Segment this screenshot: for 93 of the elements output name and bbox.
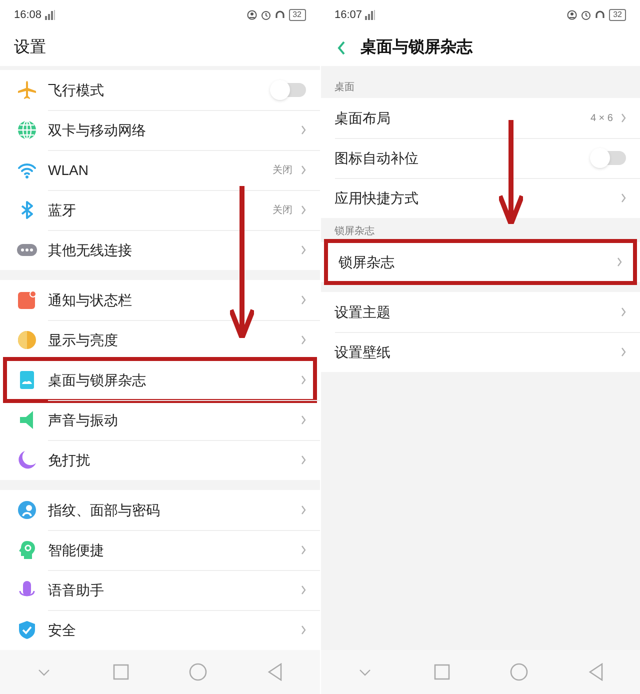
battery-level: 32 xyxy=(288,9,306,21)
battery-level: 32 xyxy=(609,9,626,21)
row-label: 安全 xyxy=(48,620,77,640)
row-label: 图标自动补位 xyxy=(334,148,420,168)
section-heading: 桌面 xyxy=(334,80,354,95)
row-value: 关闭 xyxy=(272,204,292,218)
settings-row[interactable]: 通知与状态栏 xyxy=(0,280,320,320)
settings-row[interactable]: 设置主题 xyxy=(320,292,640,332)
settings-row[interactable]: 指纹、面部与密码 xyxy=(0,490,320,530)
row-label: 指纹、面部与密码 xyxy=(48,500,161,520)
toggle-switch[interactable] xyxy=(272,83,306,97)
chevron-down-icon xyxy=(358,668,371,676)
row-label: 双卡与移动网络 xyxy=(48,120,147,140)
row-label: 其他无线连接 xyxy=(48,240,133,260)
square-icon xyxy=(434,664,450,680)
page-title: 桌面与锁屏杂志 xyxy=(360,37,472,58)
row-label: WLAN xyxy=(48,160,90,180)
row-label: 设置壁纸 xyxy=(334,342,392,362)
row-label: 显示与亮度 xyxy=(48,330,119,350)
chevron-icon xyxy=(300,205,306,215)
row-label: 锁屏杂志 xyxy=(338,252,396,272)
globe-icon xyxy=(17,120,37,140)
row-label: 语音助手 xyxy=(48,580,105,600)
status-time: 16:08 xyxy=(14,8,42,23)
circle-icon xyxy=(189,663,208,681)
settings-row[interactable]: 桌面与锁屏杂志 xyxy=(10,360,310,400)
chevron-icon xyxy=(300,125,306,135)
chevron-icon xyxy=(300,375,306,385)
row-label: 应用快捷方式 xyxy=(334,188,420,208)
settings-row[interactable]: 蓝牙 关闭 xyxy=(0,190,320,230)
row-label: 声音与振动 xyxy=(48,410,119,430)
row-label: 桌面与锁屏杂志 xyxy=(48,370,147,390)
chevron-icon xyxy=(300,335,306,345)
row-label: 蓝牙 xyxy=(48,200,77,220)
row-value: 关闭 xyxy=(272,164,292,178)
chevron-icon xyxy=(300,295,306,305)
row-label: 通知与状态栏 xyxy=(48,290,133,310)
row-label: 智能便捷 xyxy=(48,540,105,560)
triangle-icon xyxy=(588,663,604,681)
settings-row[interactable]: 设置壁纸 xyxy=(320,332,640,372)
row-label: 飞行模式 xyxy=(48,80,105,100)
triangle-icon xyxy=(267,663,284,681)
row-label: 设置主题 xyxy=(334,302,392,322)
wallpaper-icon xyxy=(17,370,37,390)
settings-row[interactable]: 双卡与移动网络 xyxy=(0,110,320,150)
square-icon xyxy=(113,664,130,680)
settings-row[interactable]: 桌面布局 4 × 6 xyxy=(320,98,640,138)
settings-row[interactable]: 飞行模式 xyxy=(0,70,320,110)
notification-icon xyxy=(17,290,37,310)
settings-row[interactable]: 其他无线连接 xyxy=(0,230,320,270)
settings-row[interactable]: 安全 xyxy=(0,610,320,650)
row-value: 4 × 6 xyxy=(590,112,613,126)
settings-row[interactable]: 显示与亮度 xyxy=(0,320,320,360)
status-time: 16:07 xyxy=(334,8,362,23)
chevron-icon xyxy=(300,165,306,175)
settings-row[interactable]: 智能便捷 xyxy=(0,530,320,570)
toggle-switch[interactable] xyxy=(592,151,626,165)
chevron-icon xyxy=(621,307,626,317)
back-icon xyxy=(337,41,346,55)
chevron-icon xyxy=(300,245,306,255)
settings-row[interactable]: 图标自动补位 xyxy=(320,138,640,178)
chevron-icon xyxy=(300,545,306,555)
headphones-icon xyxy=(274,10,285,20)
chevron-icon xyxy=(300,455,306,465)
shield-icon xyxy=(17,620,37,640)
settings-row[interactable]: WLAN 关闭 xyxy=(0,150,320,190)
alarm-icon xyxy=(581,10,592,20)
settings-row[interactable]: 语音助手 xyxy=(0,570,320,610)
settings-row[interactable]: 免打扰 xyxy=(0,440,320,480)
chevron-down-icon xyxy=(38,668,50,676)
chevron-icon xyxy=(617,257,622,267)
signal-icon xyxy=(44,10,55,20)
settings-row[interactable]: 应用快捷方式 xyxy=(320,178,640,218)
chevron-icon xyxy=(300,415,306,425)
row-label: 免打扰 xyxy=(48,450,91,470)
section-heading: 锁屏杂志 xyxy=(334,224,374,239)
chevron-icon xyxy=(300,505,306,515)
row-label: 桌面布局 xyxy=(334,108,392,128)
chevron-icon xyxy=(621,113,626,123)
brightness-icon xyxy=(17,330,37,350)
airplane-icon xyxy=(17,80,37,100)
page-title: 设置 xyxy=(14,38,46,58)
signal-icon xyxy=(365,10,376,20)
headphones-icon xyxy=(595,10,606,20)
moon-icon xyxy=(17,450,37,470)
chevron-icon xyxy=(621,193,626,203)
alarm-icon xyxy=(260,10,271,20)
circle-icon xyxy=(510,663,528,681)
chevron-icon xyxy=(300,585,306,595)
chevron-icon xyxy=(300,625,306,635)
head-icon xyxy=(17,540,37,560)
settings-row[interactable]: 声音与振动 xyxy=(0,400,320,440)
chevron-icon xyxy=(621,347,626,357)
